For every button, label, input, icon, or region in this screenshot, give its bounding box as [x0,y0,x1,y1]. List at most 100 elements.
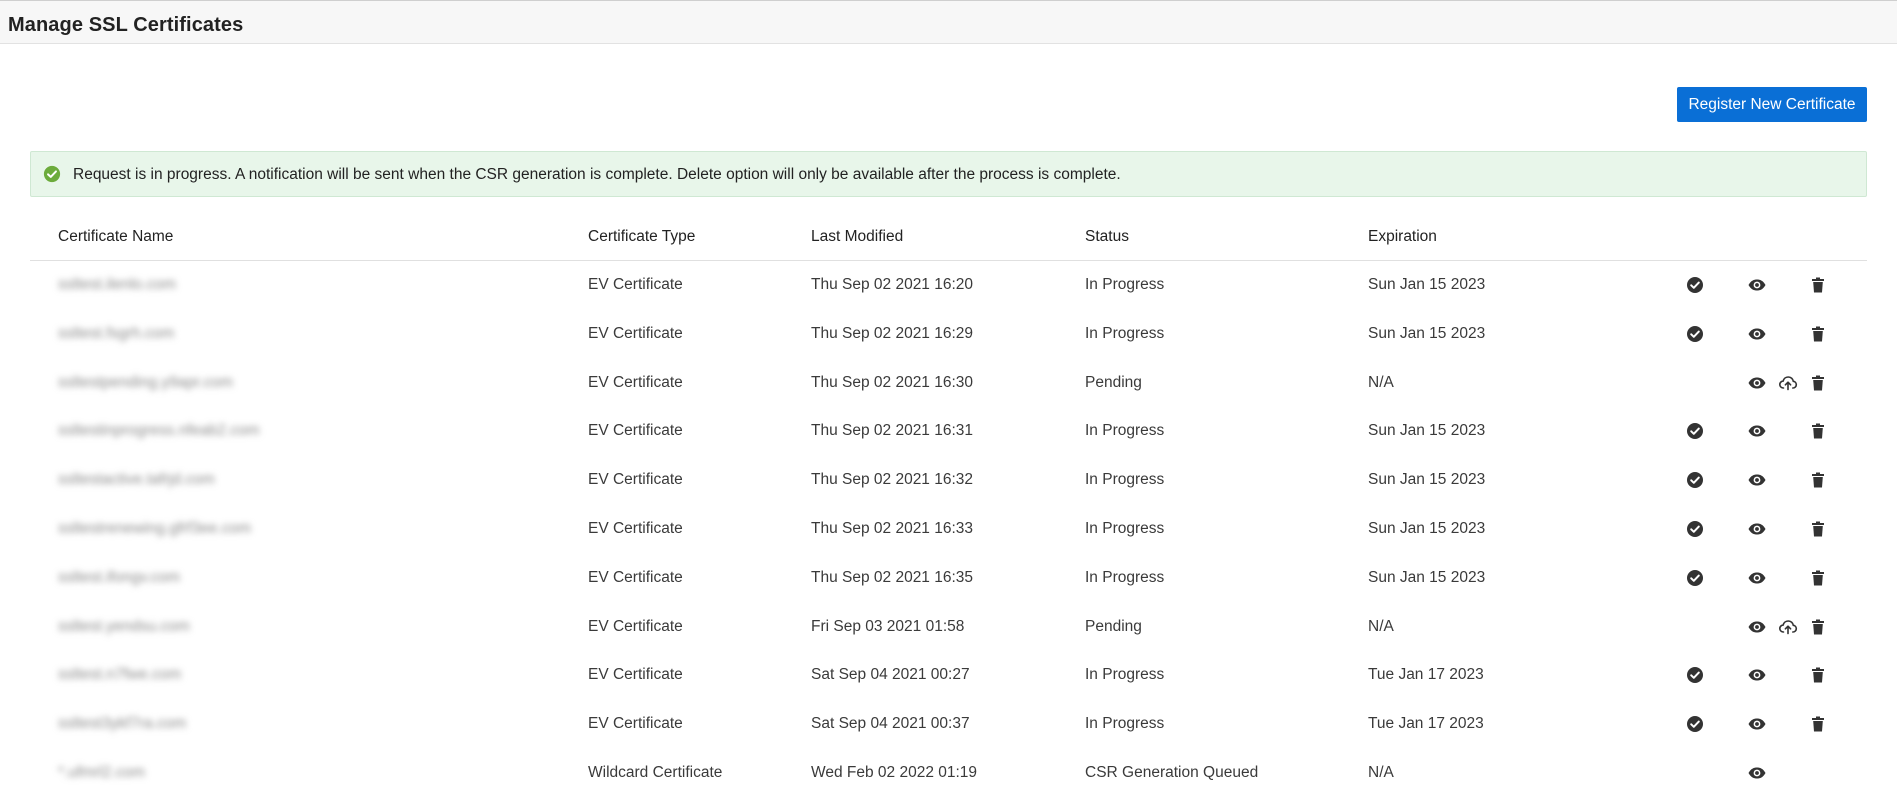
certificate-name-cell[interactable]: ssltest.ifongv.com [58,554,180,603]
approve-button[interactable] [1685,714,1705,734]
approve-button[interactable] [1685,421,1705,441]
delete-button[interactable] [1808,275,1828,295]
eye-icon [1747,373,1767,393]
certificate-name-cell[interactable]: ssltestpending.y9apr.com [58,359,233,408]
table-row: ssltest.yendsu.com EV Certificate Fri Sep … [30,603,1867,652]
upload-button[interactable] [1778,617,1798,637]
certificate-name-cell[interactable]: ssltest.yendsu.com [58,603,190,652]
status-cell: In Progress [1085,568,1165,586]
last-modified-cell: Thu Sep 02 2021 16:35 [811,568,974,586]
view-button[interactable] [1747,568,1767,588]
check-circle-icon [1685,421,1705,441]
status-cell: In Progress [1085,519,1165,537]
last-modified-cell: Wed Feb 02 2022 01:19 [811,763,978,781]
column-header-last-modified[interactable]: Last Modified [811,228,903,246]
delete-button[interactable] [1808,617,1828,637]
status-cell: In Progress [1085,666,1165,684]
approve-button[interactable] [1685,568,1705,588]
view-button[interactable] [1747,714,1767,734]
certificate-name-cell[interactable]: ssltestinprogress.nfeab2.com [58,407,260,456]
check-circle-icon [1685,665,1705,685]
status-cell: In Progress [1085,276,1165,293]
approve-button[interactable] [1685,324,1705,344]
approve-button[interactable] [1685,519,1705,539]
delete-button[interactable] [1808,470,1828,490]
approve-button[interactable] [1685,470,1705,490]
delete-button[interactable] [1808,421,1828,441]
view-button[interactable] [1747,617,1767,637]
cloud-upload-icon [1778,373,1798,393]
certificate-name-cell[interactable]: ssltest.n7fwe.com [58,651,181,700]
trash-icon [1808,373,1828,393]
certificate-name-cell[interactable]: ssltest3ykf7ra.com [58,700,186,749]
expiration-cell: Sun Jan 15 2023 [1368,519,1486,537]
view-button[interactable] [1747,763,1767,783]
eye-icon [1747,324,1767,344]
certificate-type-cell: EV Certificate [588,617,683,635]
table-row: ssltest3ykf7ra.com EV Certificate Sat Sep … [30,700,1867,749]
table-row: ssltestinprogress.nfeab2.com EV Certifica… [30,407,1867,456]
table-row: *.ufmrl2.com Wildcard Certificate Wed Feb … [30,749,1867,798]
view-button[interactable] [1747,373,1767,393]
trash-icon [1808,275,1828,295]
certificates-table: Certificate Name Certificate Type Last M… [30,224,1867,798]
eye-icon [1747,617,1767,637]
column-header-status[interactable]: Status [1085,228,1129,246]
view-button[interactable] [1747,421,1767,441]
check-circle-icon [1685,714,1705,734]
column-header-certificate-type[interactable]: Certificate Type [588,228,695,246]
certificate-type-cell: EV Certificate [588,666,683,684]
eye-icon [1747,763,1767,783]
table-row: ssltest.ilenlo.com EV Certificate Thu Sep … [30,261,1867,310]
view-button[interactable] [1747,324,1767,344]
page-title: Manage SSL Certificates [8,14,244,36]
certificate-type-cell: EV Certificate [588,324,683,342]
trash-icon [1808,617,1828,637]
delete-button[interactable] [1808,373,1828,393]
table-row: ssltestactive.tafrjd.com EV Certificate Th… [30,456,1867,505]
status-cell: In Progress [1085,324,1165,342]
table-row: ssltest.n7fwe.com EV Certificate Sat Sep 0… [30,651,1867,700]
certificate-name-cell[interactable]: ssltest.ilenlo.com [58,261,176,310]
delete-button[interactable] [1808,568,1828,588]
check-circle-icon [43,165,61,183]
register-new-certificate-button[interactable]: Register New Certificate [1677,87,1867,122]
view-button[interactable] [1747,665,1767,685]
eye-icon [1747,470,1767,490]
approve-button[interactable] [1685,665,1705,685]
last-modified-cell: Sat Sep 04 2021 00:37 [811,715,970,733]
certificate-name-cell[interactable]: ssltestactive.tafrjd.com [58,456,215,505]
status-cell: In Progress [1085,422,1165,440]
certificate-type-cell: EV Certificate [588,568,683,586]
check-circle-icon [1685,275,1705,295]
expiration-cell: N/A [1368,617,1394,635]
delete-button[interactable] [1808,324,1828,344]
approve-button[interactable] [1685,275,1705,295]
upload-button[interactable] [1778,373,1798,393]
status-cell: In Progress [1085,471,1165,489]
view-button[interactable] [1747,470,1767,490]
last-modified-cell: Thu Sep 02 2021 16:31 [811,422,974,440]
last-modified-cell: Thu Sep 02 2021 16:33 [811,519,974,537]
certificate-name-cell[interactable]: ssltestrenewing.gfrf3ee.com [58,505,251,554]
delete-button[interactable] [1808,519,1828,539]
certificate-type-cell: EV Certificate [588,422,683,440]
eye-icon [1747,421,1767,441]
expiration-cell: N/A [1368,373,1394,391]
view-button[interactable] [1747,275,1767,295]
last-modified-cell: Thu Sep 02 2021 16:30 [811,373,974,391]
delete-button[interactable] [1808,665,1828,685]
view-button[interactable] [1747,519,1767,539]
table-row: ssltest.fsgrh.com EV Certificate Thu Sep 0… [30,310,1867,359]
eye-icon [1747,519,1767,539]
column-header-certificate-name[interactable]: Certificate Name [58,228,173,246]
column-header-expiration[interactable]: Expiration [1368,228,1437,246]
certificate-name-cell[interactable]: ssltest.fsgrh.com [58,310,174,359]
table-row: ssltestpending.y9apr.com EV Certificate Th… [30,359,1867,408]
delete-button[interactable] [1808,714,1828,734]
cloud-upload-icon [1778,617,1798,637]
certificate-type-cell: EV Certificate [588,276,683,293]
certificate-name-cell[interactable]: *.ufmrl2.com [58,749,145,798]
alert-message: Request is in progress. A notification w… [73,166,1121,183]
status-cell: Pending [1085,373,1142,391]
